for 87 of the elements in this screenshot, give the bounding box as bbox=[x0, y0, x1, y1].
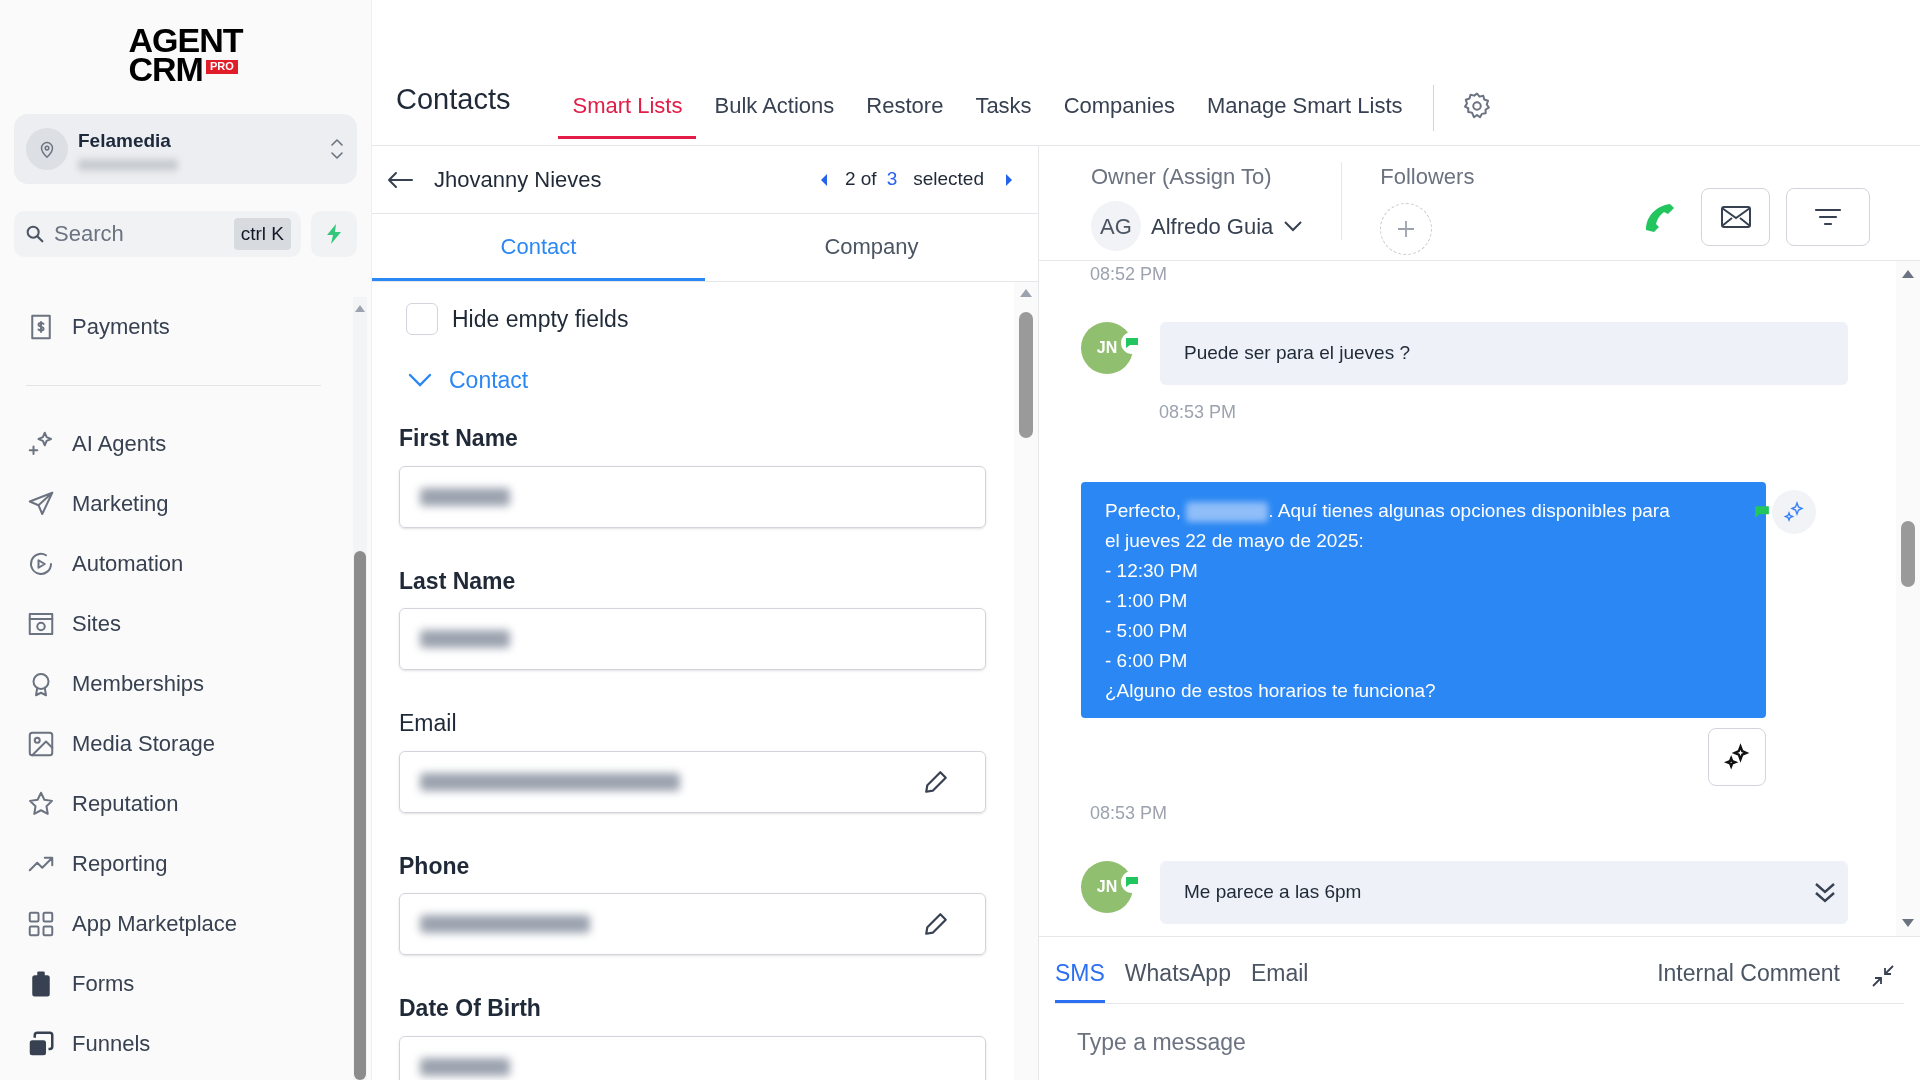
pencil-icon[interactable] bbox=[923, 911, 949, 937]
sidebar-item[interactable]: Forms bbox=[26, 953, 311, 1014]
filter-button[interactable] bbox=[1786, 188, 1870, 246]
input-field[interactable] bbox=[399, 893, 986, 955]
nav-tab[interactable]: Smart Lists bbox=[558, 83, 697, 139]
input-field[interactable] bbox=[399, 608, 986, 670]
owner-label: Owner (Assign To) bbox=[1091, 163, 1273, 191]
avatar: JN bbox=[1081, 861, 1133, 913]
record-tab[interactable]: Contact bbox=[372, 214, 705, 281]
email-button[interactable] bbox=[1701, 188, 1770, 246]
search-input[interactable]: Search bbox=[54, 217, 226, 251]
timestamp: 08:52 PM bbox=[1090, 263, 1168, 286]
sidebar-item[interactable]: Automation bbox=[26, 533, 311, 594]
selected-label: selected bbox=[913, 167, 984, 192]
sidebar-item[interactable]: App Marketplace bbox=[26, 893, 311, 954]
field-label: Phone bbox=[399, 851, 470, 881]
field-label: Date Of Birth bbox=[399, 994, 541, 1023]
sidebar-item[interactable]: Payments bbox=[26, 296, 311, 357]
sidebar-item[interactable]: Reporting bbox=[26, 833, 311, 894]
avatar: AG bbox=[1091, 201, 1141, 251]
sidebar-item[interactable]: Marketing bbox=[26, 473, 311, 534]
chevron-down-icon bbox=[1283, 220, 1304, 232]
checkbox-label: Hide empty fields bbox=[452, 305, 629, 334]
scrollbar-thumb[interactable] bbox=[1901, 521, 1915, 587]
selected-count-link[interactable]: 3 bbox=[886, 165, 898, 194]
scroll-up-icon bbox=[1901, 269, 1915, 279]
record-position: 2 of bbox=[844, 167, 877, 192]
nav-tab[interactable]: Tasks bbox=[961, 83, 1046, 139]
lightning-icon bbox=[324, 222, 344, 245]
logo: AGENT CRM PRO bbox=[128, 26, 243, 84]
sparkle-icon bbox=[1723, 743, 1751, 771]
back-arrow-icon[interactable] bbox=[386, 169, 414, 190]
scroll-down-icon bbox=[1901, 918, 1915, 928]
timestamp: 08:53 PM bbox=[1090, 802, 1168, 825]
scroll-up-icon bbox=[1019, 288, 1033, 298]
next-icon[interactable] bbox=[1004, 172, 1014, 187]
input-field[interactable] bbox=[399, 1035, 986, 1080]
sidebar-item[interactable]: Funnels bbox=[26, 1013, 311, 1074]
message-input[interactable]: Type a message bbox=[1055, 1004, 1904, 1080]
input-field[interactable] bbox=[399, 750, 986, 813]
plus-icon bbox=[1396, 219, 1417, 239]
sidebar-item[interactable]: AI Agents bbox=[26, 413, 311, 474]
channel-tab[interactable]: WhatsApp bbox=[1124, 955, 1231, 1003]
ai-button[interactable] bbox=[1708, 728, 1766, 786]
field-label: First Name bbox=[399, 424, 518, 453]
sms-badge-icon bbox=[1754, 505, 1770, 519]
contact-name: Jhovanny Nieves bbox=[434, 166, 603, 194]
message-text: Perfecto, . Aquí tienes algunas opciones disponibles para el jueves 22 de mayo de 2025: - 12:30 PM - 1:00 PM - 5:00 PM - 6:00 PM ¿Alguno de estos horarios te funciona? bbox=[1104, 499, 1671, 703]
sidebar-item[interactable]: Memberships bbox=[26, 653, 311, 714]
envelope-icon bbox=[1719, 205, 1752, 229]
timestamp: 08:53 PM bbox=[1159, 401, 1237, 424]
quick-action-button[interactable] bbox=[311, 210, 357, 257]
message-text: Me parece a las 6pm bbox=[1184, 880, 1362, 905]
page-title: Contacts bbox=[396, 81, 511, 117]
field-label: Last Name bbox=[399, 566, 516, 596]
field-label: Email bbox=[399, 709, 457, 738]
account-name: Felamedia bbox=[78, 128, 172, 153]
nav-tab[interactable]: Restore bbox=[852, 83, 958, 139]
sidebar-item[interactable]: Reputation bbox=[26, 773, 311, 834]
internal-comment-tab[interactable]: Internal Comment bbox=[1657, 955, 1840, 1003]
avatar: JN bbox=[1081, 322, 1133, 374]
channel-tab[interactable]: SMS bbox=[1055, 955, 1105, 1003]
record-tab[interactable]: Company bbox=[705, 214, 1038, 281]
scrollbar-thumb[interactable] bbox=[1019, 312, 1033, 438]
settings-icon[interactable] bbox=[1461, 91, 1492, 121]
location-pin-icon bbox=[26, 127, 68, 170]
nav-tab[interactable]: Companies bbox=[1049, 83, 1189, 139]
search-field[interactable]: Search ctrl K bbox=[14, 210, 301, 257]
nav-tab[interactable]: Manage Smart Lists bbox=[1192, 83, 1417, 139]
account-switcher[interactable]: Felamedia bbox=[14, 113, 357, 184]
owner-dropdown[interactable]: AG Alfredo Guia bbox=[1091, 201, 1304, 251]
channel-tab[interactable]: Email bbox=[1250, 955, 1309, 1003]
shortcut-key: ctrl K bbox=[233, 217, 291, 251]
checkbox[interactable] bbox=[406, 303, 438, 336]
message-text: Puede ser para el jueves ? bbox=[1184, 341, 1411, 366]
sidebar-item[interactable]: Media Storage bbox=[26, 713, 311, 774]
scrollbar-thumb[interactable] bbox=[354, 550, 366, 1080]
followers-label: Followers bbox=[1380, 163, 1475, 191]
nav-tab[interactable]: Bulk Actions bbox=[700, 83, 849, 139]
chevron-down-icon bbox=[407, 371, 433, 388]
sparkle-icon bbox=[1772, 490, 1816, 534]
sidebar-item[interactable]: Sites bbox=[26, 593, 311, 654]
input-field[interactable] bbox=[399, 465, 986, 528]
section-toggle[interactable]: Contact bbox=[407, 362, 529, 397]
collapse-icon[interactable] bbox=[1870, 963, 1896, 989]
filter-icon bbox=[1814, 207, 1842, 227]
pencil-icon[interactable] bbox=[923, 768, 949, 795]
